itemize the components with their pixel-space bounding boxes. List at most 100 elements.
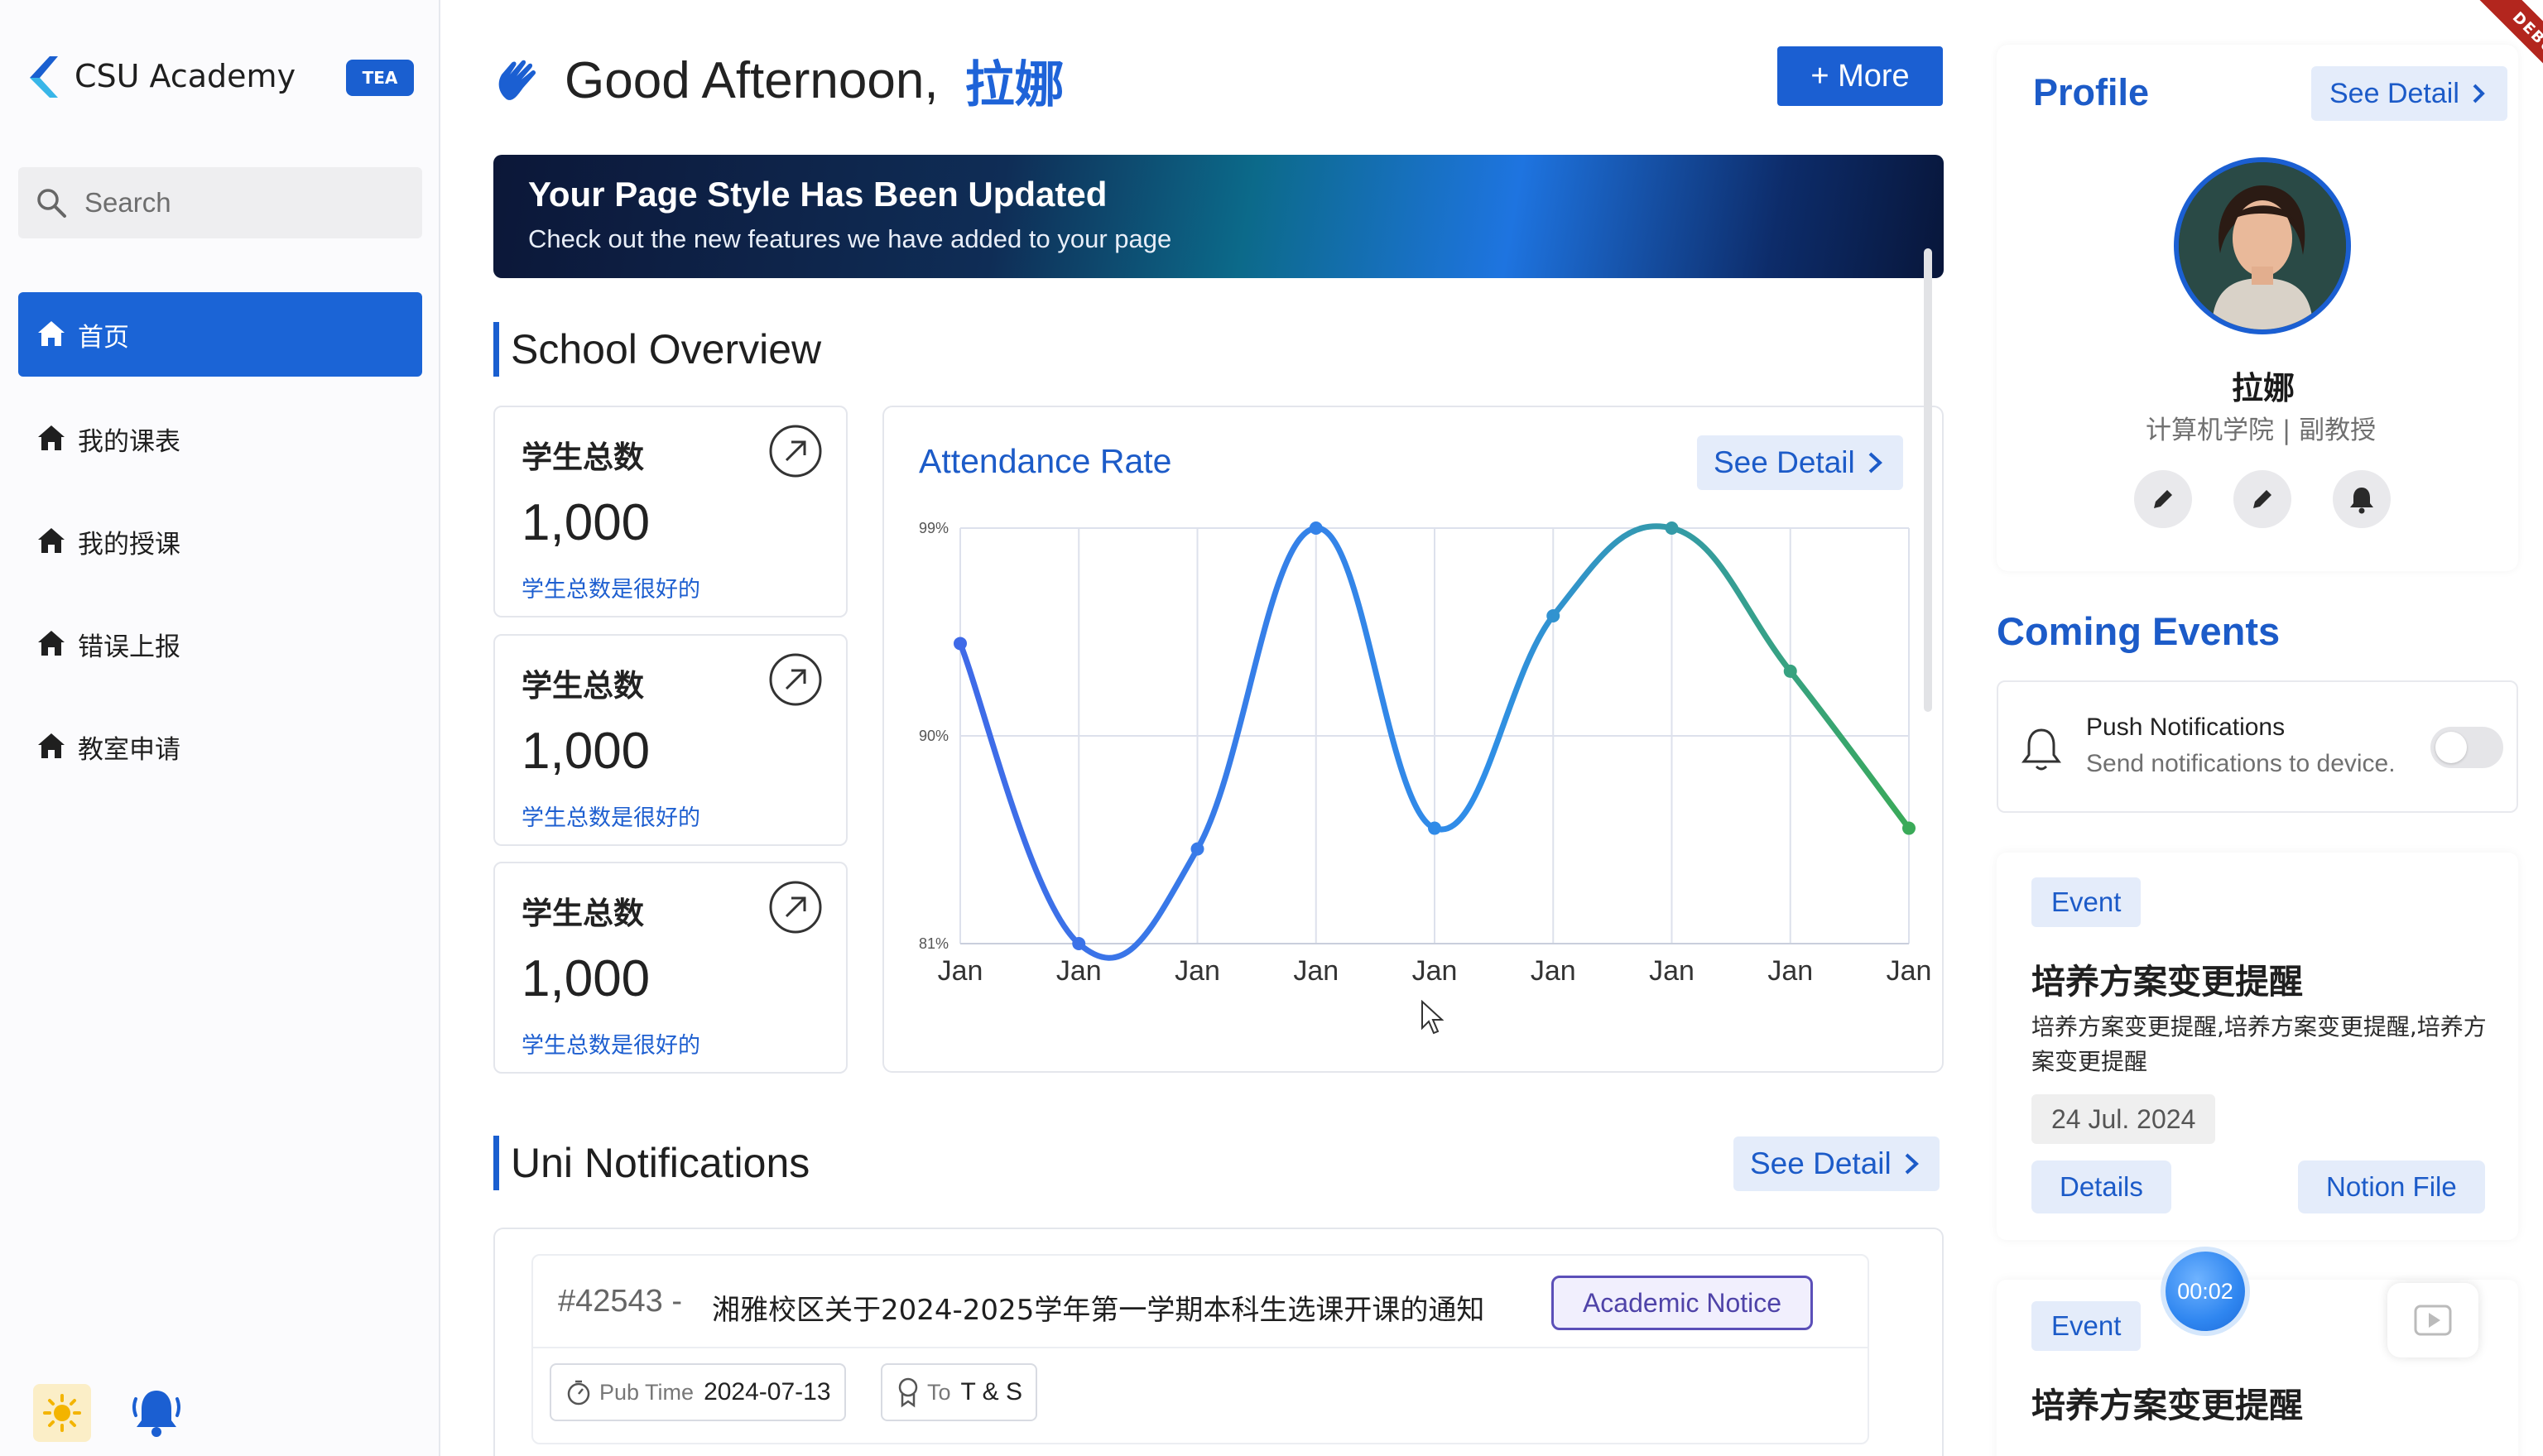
- stat-value: 1,000: [522, 950, 651, 1007]
- notification-title[interactable]: 湘雅校区关于2024-2025学年第一学期本科生选课开课的通知: [712, 1287, 1484, 1328]
- home-icon: [38, 425, 65, 450]
- award-icon: [898, 1377, 918, 1408]
- sidebar-item-schedule[interactable]: 我的课表: [18, 396, 422, 481]
- main-scrollbar[interactable]: [1924, 248, 1932, 712]
- update-banner[interactable]: Your Page Style Has Been Updated Check o…: [493, 155, 1944, 278]
- profile-name: 拉娜: [2231, 370, 2295, 406]
- event-tag: Event: [2031, 1301, 2142, 1351]
- brand[interactable]: CSU Academy: [25, 51, 296, 101]
- recording-timer[interactable]: 00:02: [2166, 1252, 2245, 1331]
- chart-xtick-label: Jan: [1649, 955, 1695, 987]
- home-icon: [38, 631, 65, 656]
- chart-data-point[interactable]: [1665, 521, 1679, 535]
- chart-data-point[interactable]: [1428, 821, 1441, 835]
- see-detail-label: See Detail: [2329, 77, 2459, 109]
- right-panel: Profile See Detail 拉娜 计算机学院 | 副教授 Coming…: [1947, 0, 2543, 1456]
- edit-button[interactable]: [2134, 470, 2192, 528]
- stat-note: 学生总数是很好的: [522, 805, 700, 831]
- audience-value: T & S: [960, 1378, 1023, 1406]
- sidebar-item-label: 首页: [78, 322, 129, 353]
- stopwatch-icon: [567, 1380, 590, 1406]
- stat-note: 学生总数是很好的: [522, 1033, 700, 1059]
- notification-item[interactable]: #42543 - 湘雅校区关于2024-2025学年第一学期本科生选课开课的通知…: [531, 1254, 1869, 1444]
- chart-data-point[interactable]: [1783, 664, 1797, 678]
- home-icon: [38, 528, 65, 553]
- banner-subtitle: Check out the new features we have added…: [528, 224, 1172, 253]
- chart-data-point[interactable]: [1902, 821, 1916, 835]
- chart-data-point[interactable]: [954, 637, 967, 651]
- role-badge: TEA: [346, 60, 414, 96]
- sidebar-item-teaching[interactable]: 我的授课: [18, 499, 422, 584]
- sidebar-item-home[interactable]: 首页: [18, 292, 422, 377]
- event-tag: Event: [2031, 877, 2142, 927]
- stat-card[interactable]: 学生总数 1,000 学生总数是很好的: [493, 634, 848, 846]
- brand-name: CSU Academy: [75, 58, 296, 94]
- see-detail-label: See Detail: [1750, 1146, 1892, 1180]
- stat-note: 学生总数是很好的: [522, 577, 700, 603]
- search-input[interactable]: [84, 187, 399, 219]
- profile-title: Profile: [2033, 71, 2150, 113]
- event-date: 24 Jul. 2024: [2031, 1094, 2216, 1144]
- coming-events-title: Coming Events: [1997, 609, 2281, 653]
- chart-data-point[interactable]: [1190, 842, 1204, 856]
- stat-card[interactable]: 学生总数 1,000 学生总数是很好的: [493, 406, 848, 617]
- event-notion-file-button[interactable]: Notion File: [2298, 1160, 2485, 1213]
- csu-logo-icon: [30, 56, 58, 98]
- cursor-icon: [1421, 1000, 1444, 1035]
- stat-label: 学生总数: [522, 668, 644, 704]
- video-player-button[interactable]: [2387, 1283, 2478, 1357]
- sidebar-item-label: 我的授课: [78, 529, 180, 560]
- more-button[interactable]: + More: [1777, 46, 1943, 106]
- chart-xtick-label: Jan: [1056, 955, 1102, 987]
- chart-xtick-label: Jan: [1293, 955, 1339, 987]
- chevron-right-icon: [1905, 1153, 1919, 1175]
- profile-see-detail-button[interactable]: See Detail: [2311, 66, 2507, 121]
- sidebar-item-label: 错误上报: [78, 632, 180, 662]
- chart-data-point[interactable]: [1309, 521, 1323, 535]
- home-icon: [38, 321, 65, 346]
- greeting: Good Afternoon, 拉娜: [492, 45, 1065, 117]
- event-card: Event 培养方案变更提醒 培养方案变更提醒,培养方案变更提醒,培养方案变更提…: [1997, 853, 2518, 1240]
- school-overview-heading: School Overview: [493, 322, 821, 377]
- play-icon: [2414, 1305, 2452, 1336]
- attendance-chart-card: Attendance Rate See Detail 99% 90% 81% Jan…: [882, 406, 1944, 1073]
- section-accent-bar: [493, 1136, 499, 1190]
- event-details-button[interactable]: Details: [2031, 1160, 2171, 1213]
- push-notifications-toggle[interactable]: [2430, 727, 2503, 768]
- push-title: Push Notifications: [2086, 714, 2286, 741]
- edit-button[interactable]: [2233, 470, 2291, 528]
- notification-settings-button[interactable]: [2333, 470, 2391, 528]
- push-subtitle: Send notifications to device.: [2086, 750, 2396, 777]
- bell-ring-icon: [2350, 488, 2373, 514]
- section-title: Uni Notifications: [511, 1140, 810, 1186]
- chart-data-point[interactable]: [1072, 937, 1086, 950]
- sidebar-item-label: 我的课表: [78, 426, 180, 457]
- arrow-up-right-icon[interactable]: [768, 424, 823, 478]
- sun-icon: [43, 1394, 81, 1432]
- waving-hand-icon: [498, 60, 536, 100]
- stat-card[interactable]: 学生总数 1,000 学生总数是很好的: [493, 862, 848, 1074]
- sidebar-item-classroom[interactable]: 教室申请: [18, 704, 422, 789]
- uni-notifications-heading: Uni Notifications: [493, 1136, 810, 1190]
- bell-icon[interactable]: [127, 1384, 185, 1442]
- notification-list: #42543 - 湘雅校区关于2024-2025学年第一学期本科生选课开课的通知…: [493, 1228, 1944, 1456]
- greeting-name: 拉娜: [964, 56, 1065, 114]
- home-icon: [38, 733, 65, 758]
- chart-xtick-label: Jan: [1175, 955, 1220, 987]
- arrow-up-right-icon[interactable]: [768, 880, 823, 935]
- event-description: 培养方案变更提醒,培养方案变更提醒,培养方案变更提醒: [2031, 1013, 2487, 1075]
- profile-role: 计算机学院 | 副教授: [2146, 416, 2377, 445]
- search-box[interactable]: [18, 167, 422, 238]
- event-title: 培养方案变更提醒: [2031, 1386, 2303, 1425]
- sidebar-item-error-report[interactable]: 错误上报: [18, 602, 422, 686]
- avatar[interactable]: [2174, 157, 2351, 334]
- notifications-see-detail-button[interactable]: See Detail: [1733, 1136, 1940, 1191]
- chart-ytick-label: 90%: [919, 728, 949, 744]
- attendance-line-chart: 99% 90% 81% Jan Jan Jan Jan Jan Jan Jan Jan Jan: [919, 520, 1931, 987]
- chart-data-point[interactable]: [1546, 608, 1560, 622]
- pencil-icon: [2154, 490, 2172, 508]
- arrow-up-right-icon[interactable]: [768, 652, 823, 707]
- chart-xtick-label: Jan: [1412, 955, 1458, 987]
- theme-toggle-button[interactable]: [33, 1384, 91, 1442]
- stat-value: 1,000: [522, 494, 651, 551]
